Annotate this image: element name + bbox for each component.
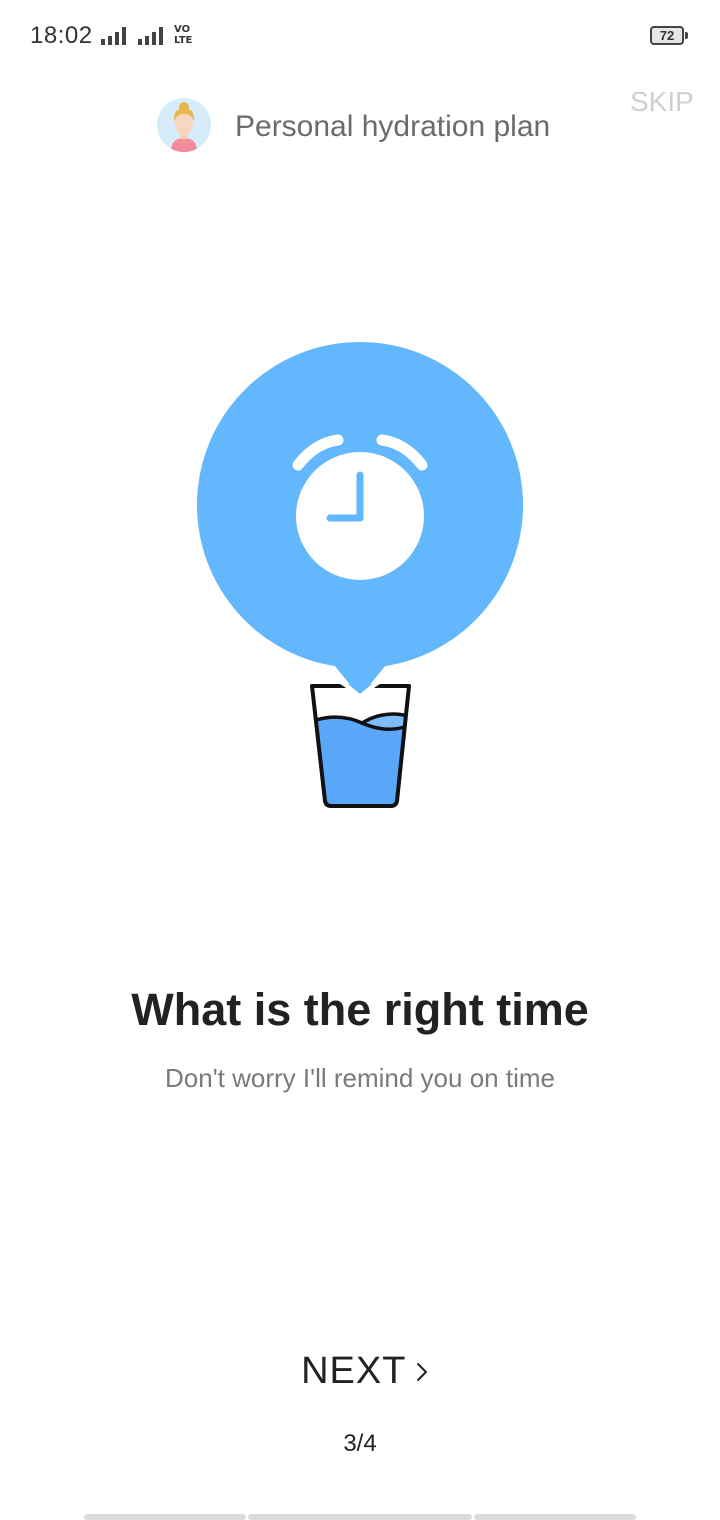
avatar-girl-icon [157,98,211,152]
hydration-illustration [197,342,523,808]
header-title: Personal hydration plan [235,110,551,143]
alarm-clock-icon [197,342,523,697]
signal-strength-icon [101,27,126,45]
next-label: NEXT [301,1350,407,1392]
status-bar: 18:02 VO LTE 72 [0,0,720,72]
gesture-bar [84,1514,636,1520]
skip-button[interactable]: SKIP [630,82,705,122]
page-subtitle: Don't worry I'll remind you on time [165,1063,555,1093]
signal-strength-icon [138,27,163,45]
page-title: What is the right time [131,984,589,1035]
battery-tip [685,32,688,39]
volte-icon: VO LTE [174,24,193,46]
status-time: 18:02 [30,22,93,49]
battery-icon: 72 [650,26,684,45]
next-button[interactable]: NEXT [290,1350,440,1406]
avatar [157,98,211,152]
page-indicator: 3/4 [343,1430,377,1457]
chevron-right-icon [416,1362,427,1381]
water-glass-icon [310,684,411,808]
battery-level: 72 [659,28,675,43]
